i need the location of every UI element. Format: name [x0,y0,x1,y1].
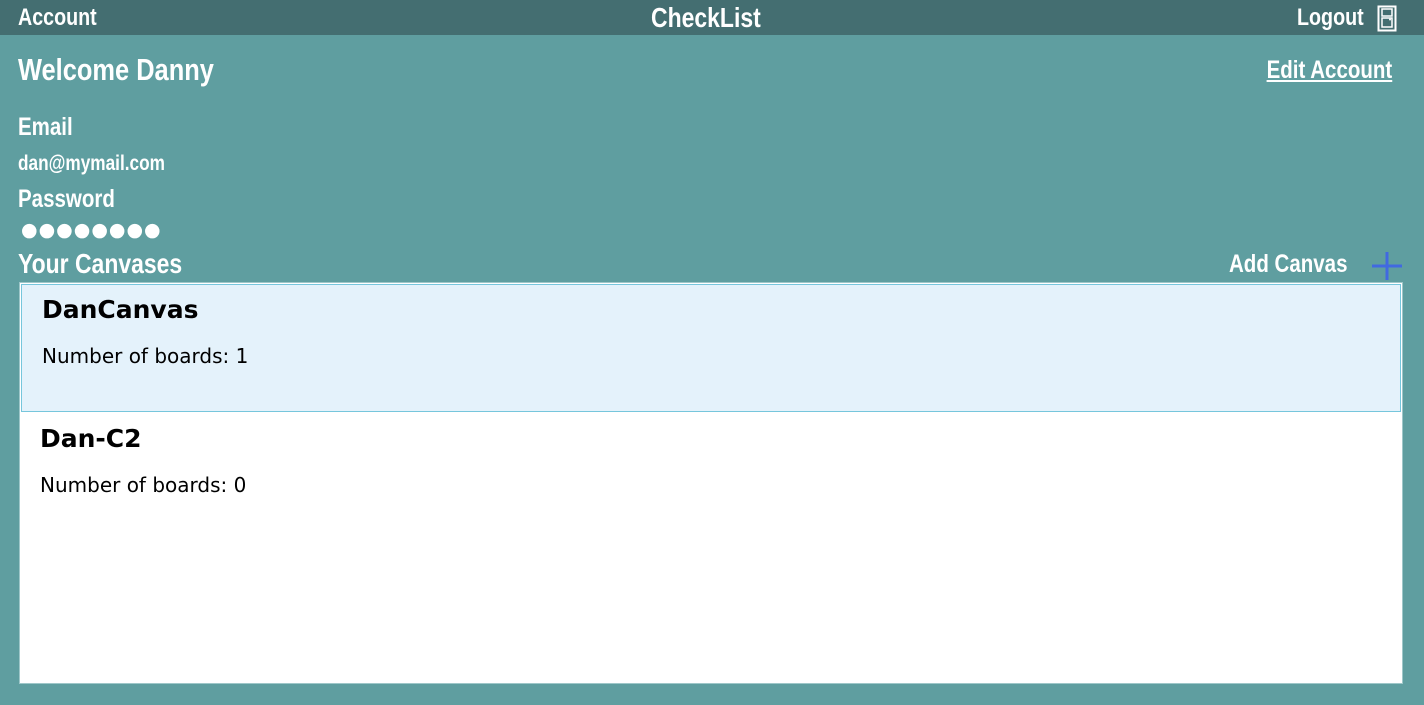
canvas-item[interactable]: Dan-C2 Number of boards: 0 [20,414,1402,542]
canvas-name: Dan-C2 [40,424,142,453]
add-canvas-button[interactable]: Add Canvas [1229,250,1347,279]
email-label: Email [18,113,73,141]
password-label: Password [18,185,115,213]
app-title: CheckList [651,2,761,33]
canvas-list: DanCanvas Number of boards: 1 Dan-C2 Num… [19,282,1403,684]
email-value: dan@mymail.com [18,152,165,175]
plus-icon[interactable] [1370,250,1404,282]
edit-account-link[interactable]: Edit Account [1266,56,1392,85]
canvas-board-count: Number of boards: 1 [42,344,249,368]
canvas-name: DanCanvas [42,295,199,324]
logout-button[interactable]: Logout [1297,4,1364,32]
canvas-board-count: Number of boards: 0 [40,473,247,497]
welcome-heading: Welcome Danny [18,52,214,87]
account-link[interactable]: Account [18,4,97,32]
door-icon[interactable] [1377,5,1397,32]
canvas-item[interactable]: DanCanvas Number of boards: 1 [21,284,1401,412]
app-header: Account CheckList Logout [0,0,1424,35]
canvases-heading: Your Canvases [18,248,183,279]
password-value: ●●●●●●●● [21,219,162,241]
